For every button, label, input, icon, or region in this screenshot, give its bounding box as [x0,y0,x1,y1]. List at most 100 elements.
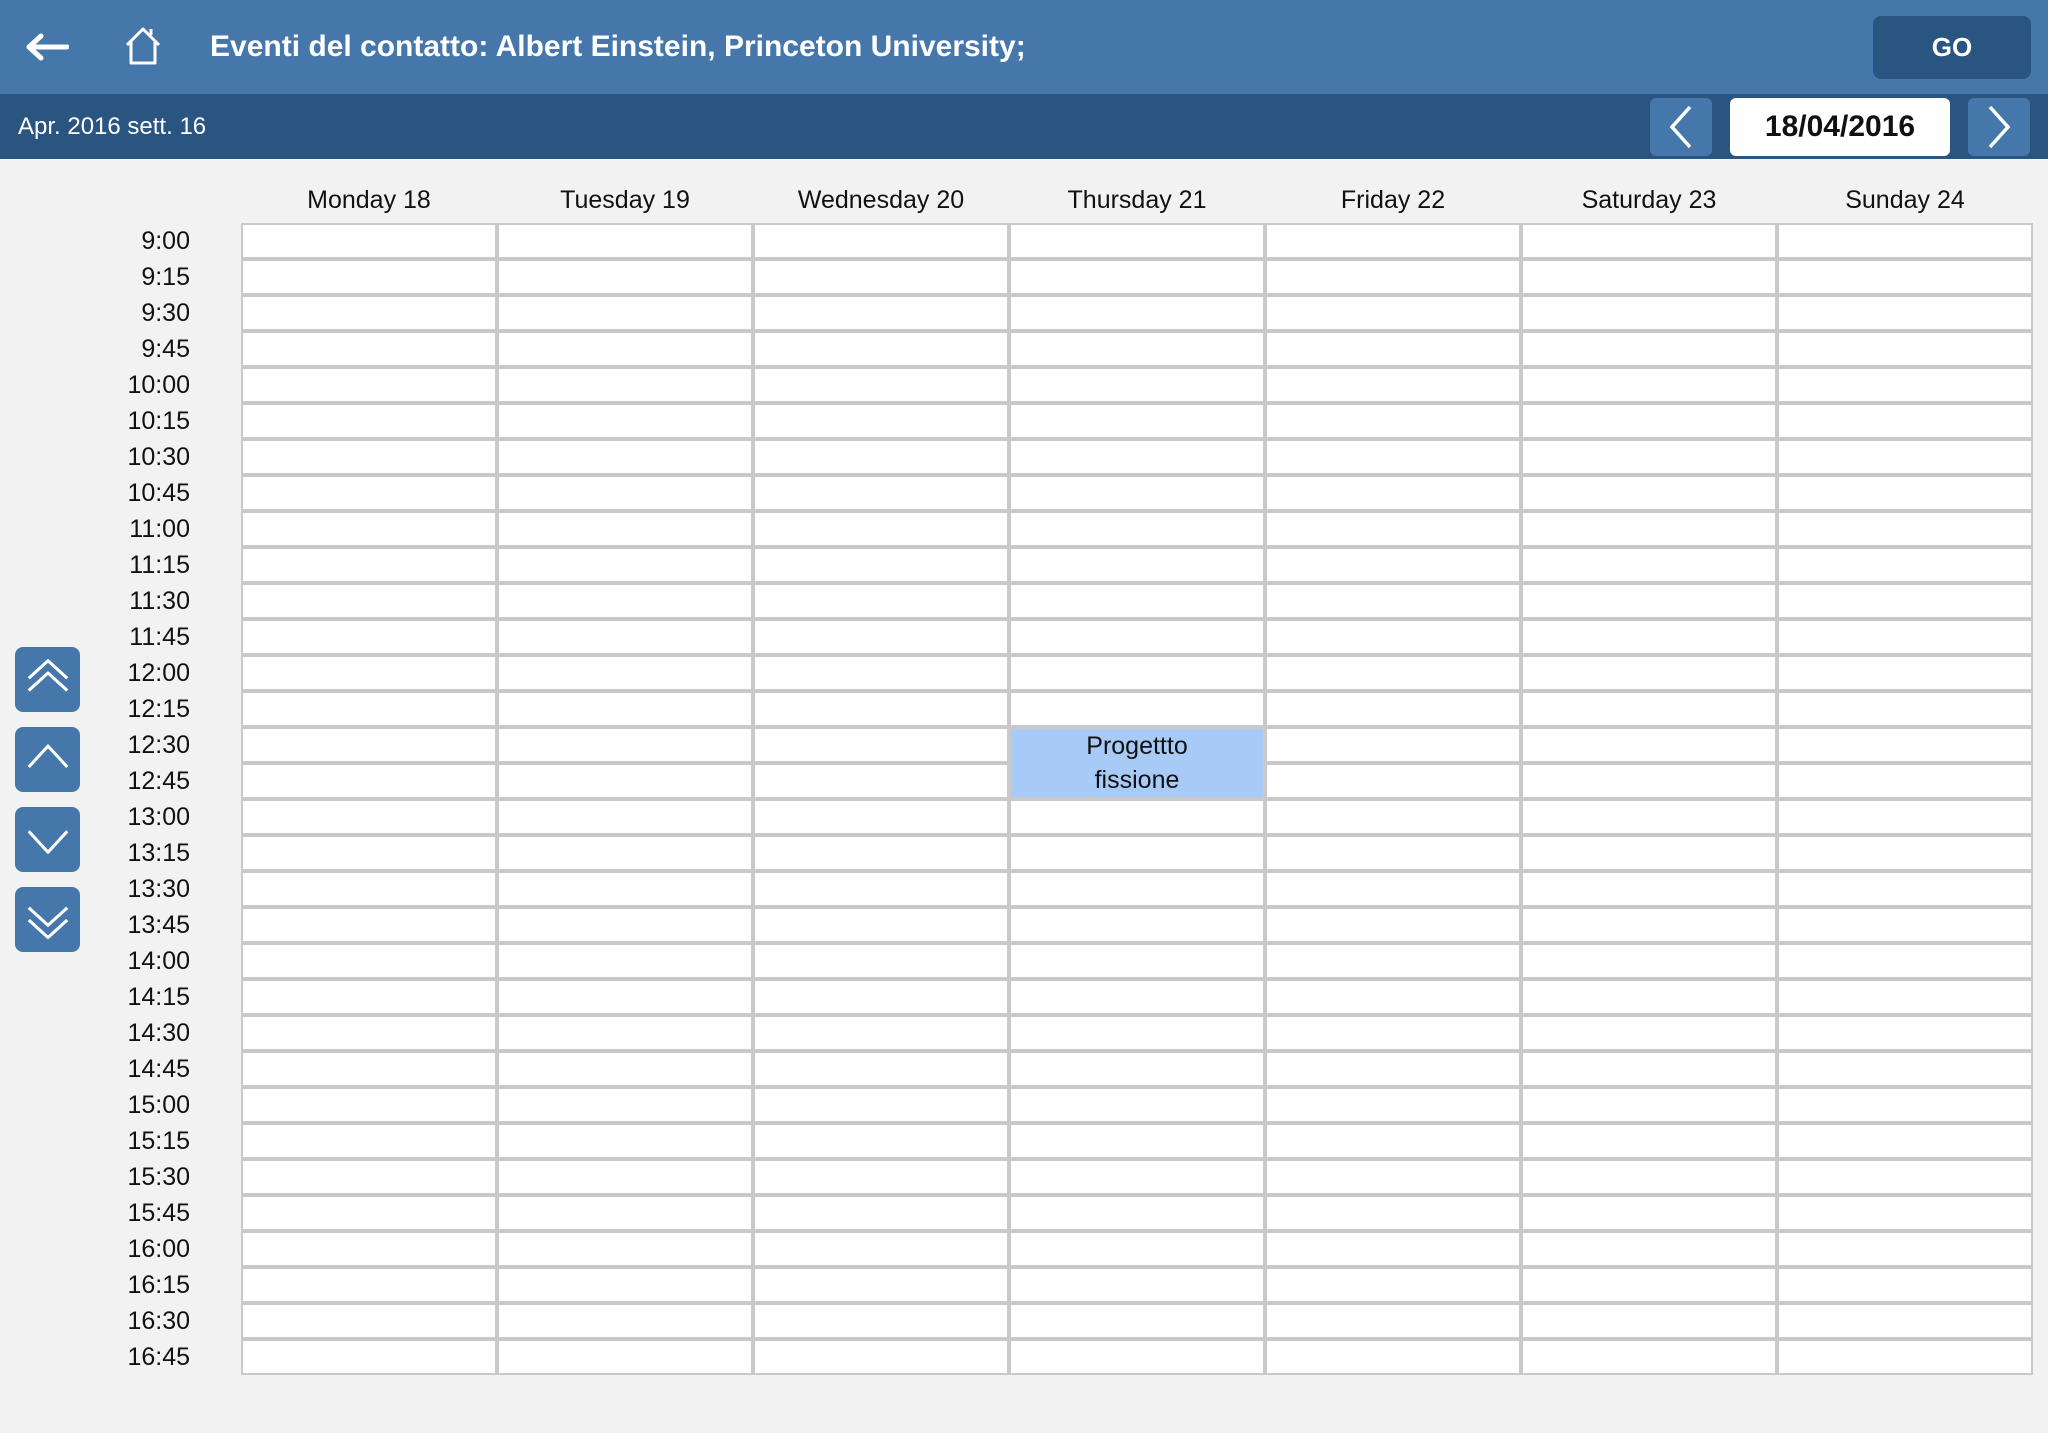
time-slot-cell[interactable] [1265,655,1521,691]
time-slot-cell[interactable] [1777,1051,2033,1087]
time-slot-cell[interactable] [1009,871,1265,907]
time-slot-cell[interactable] [1521,583,1777,619]
time-slot-cell[interactable] [1009,367,1265,403]
time-slot-cell[interactable] [1777,1015,2033,1051]
previous-week-button[interactable] [1650,98,1712,156]
time-slot-cell[interactable] [497,907,753,943]
time-slot-cell[interactable] [753,979,1009,1015]
time-slot-cell[interactable] [1009,943,1265,979]
time-slot-cell[interactable] [1265,295,1521,331]
time-slot-cell[interactable] [241,1051,497,1087]
time-slot-cell[interactable] [497,1267,753,1303]
time-slot-cell[interactable] [1265,871,1521,907]
time-slot-cell[interactable] [1777,943,2033,979]
time-slot-cell[interactable] [241,979,497,1015]
time-slot-cell[interactable] [1777,1123,2033,1159]
time-slot-cell[interactable] [241,1303,497,1339]
time-slot-cell[interactable] [753,763,1009,799]
time-slot-cell[interactable] [1777,583,2033,619]
time-slot-cell[interactable] [1009,799,1265,835]
time-slot-cell[interactable] [497,619,753,655]
time-slot-cell[interactable] [1521,979,1777,1015]
time-slot-cell[interactable] [1265,547,1521,583]
time-slot-cell[interactable] [1777,799,2033,835]
time-slot-cell[interactable] [241,907,497,943]
time-slot-cell[interactable] [1009,1123,1265,1159]
time-slot-cell[interactable] [1265,1087,1521,1123]
time-slot-cell[interactable] [497,1051,753,1087]
time-slot-cell[interactable] [1265,1015,1521,1051]
time-slot-cell[interactable] [497,331,753,367]
time-slot-cell[interactable] [1521,1339,1777,1375]
time-slot-cell[interactable] [241,1015,497,1051]
time-slot-cell[interactable] [1265,619,1521,655]
time-slot-cell[interactable] [241,691,497,727]
time-slot-cell[interactable] [241,619,497,655]
time-slot-cell[interactable] [753,1303,1009,1339]
time-slot-cell[interactable] [241,295,497,331]
time-slot-cell[interactable] [497,403,753,439]
time-slot-cell[interactable] [1521,223,1777,259]
time-slot-cell[interactable] [1009,1015,1265,1051]
time-slot-cell[interactable] [497,1339,753,1375]
time-slot-cell[interactable] [1009,475,1265,511]
time-slot-cell[interactable] [1777,1339,2033,1375]
time-slot-cell[interactable] [1265,1303,1521,1339]
time-slot-cell[interactable] [497,259,753,295]
time-slot-cell[interactable] [753,1087,1009,1123]
time-slot-cell[interactable] [1521,1195,1777,1231]
time-slot-cell[interactable] [1521,655,1777,691]
time-slot-cell[interactable] [1521,511,1777,547]
time-slot-cell[interactable] [1265,223,1521,259]
time-slot-cell[interactable] [1521,763,1777,799]
time-slot-cell[interactable] [1777,835,2033,871]
time-slot-cell[interactable] [1777,331,2033,367]
time-slot-cell[interactable] [241,943,497,979]
time-slot-cell[interactable] [753,547,1009,583]
time-slot-cell[interactable] [1265,943,1521,979]
time-slot-cell[interactable] [497,1015,753,1051]
time-slot-cell[interactable] [1265,1123,1521,1159]
time-slot-cell[interactable] [1777,439,2033,475]
time-slot-cell[interactable] [1265,331,1521,367]
time-slot-cell[interactable] [241,763,497,799]
time-slot-cell[interactable] [1009,295,1265,331]
time-slot-cell[interactable] [753,1339,1009,1375]
time-slot-cell[interactable] [1265,475,1521,511]
time-slot-cell[interactable] [1777,1231,2033,1267]
time-slot-cell[interactable] [1777,979,2033,1015]
time-slot-cell[interactable] [1009,1195,1265,1231]
time-slot-cell[interactable] [497,367,753,403]
time-slot-cell[interactable] [1265,835,1521,871]
time-slot-cell[interactable] [1777,511,2033,547]
time-slot-cell[interactable] [1521,727,1777,763]
time-slot-cell[interactable] [1777,1195,2033,1231]
time-slot-cell[interactable] [1265,1159,1521,1195]
time-slot-cell[interactable] [241,547,497,583]
time-slot-cell[interactable] [1009,907,1265,943]
time-slot-cell[interactable] [497,871,753,907]
time-slot-cell[interactable] [1009,1339,1265,1375]
time-slot-cell[interactable] [1265,1051,1521,1087]
time-slot-cell[interactable] [1777,619,2033,655]
time-slot-cell[interactable] [1265,403,1521,439]
time-slot-cell[interactable] [497,943,753,979]
time-slot-cell[interactable] [1521,799,1777,835]
time-slot-cell[interactable] [1009,511,1265,547]
time-slot-cell[interactable] [1777,655,2033,691]
time-slot-cell[interactable] [497,799,753,835]
time-slot-cell[interactable] [241,403,497,439]
time-slot-cell[interactable] [753,943,1009,979]
time-slot-cell[interactable] [241,475,497,511]
time-slot-cell[interactable] [1521,871,1777,907]
time-slot-cell[interactable] [1009,1267,1265,1303]
time-slot-cell[interactable] [1009,1087,1265,1123]
time-slot-cell[interactable] [1521,1267,1777,1303]
time-slot-cell[interactable] [753,1051,1009,1087]
time-slot-cell[interactable] [1521,1159,1777,1195]
scroll-to-top-button[interactable] [15,647,80,712]
time-slot-cell[interactable] [241,367,497,403]
time-slot-cell[interactable] [753,691,1009,727]
home-button[interactable] [118,20,168,72]
time-slot-cell[interactable] [1009,403,1265,439]
